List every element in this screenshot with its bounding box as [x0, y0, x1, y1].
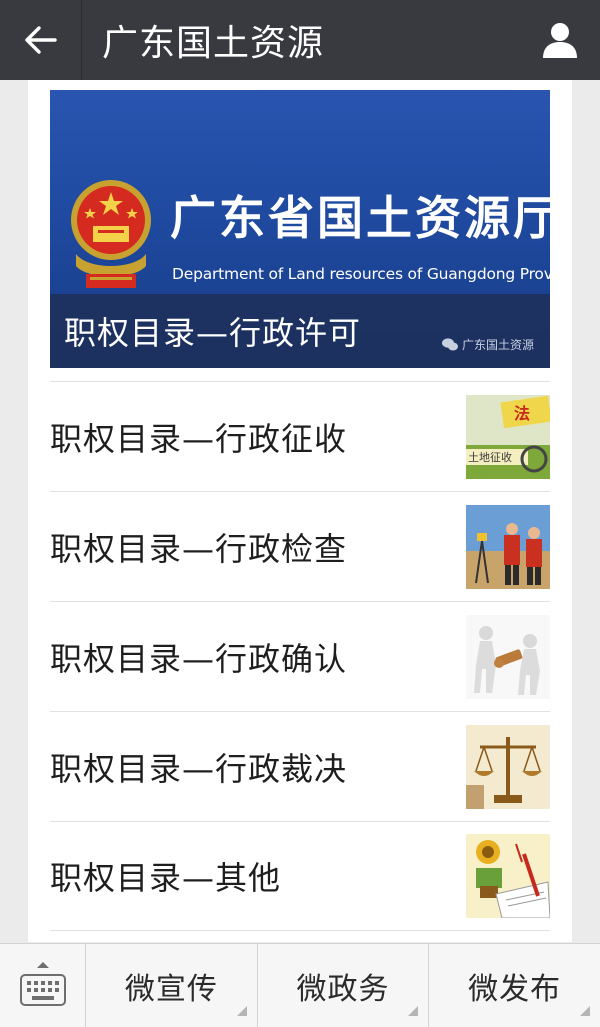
article-item[interactable]: 职权目录—行政征收 法 土地征收 — [50, 381, 550, 491]
land-expropriation-thumbnail: 法 土地征收 — [466, 394, 550, 479]
top-nav-bar: 广东国土资源 — [0, 0, 600, 80]
profile-button[interactable] — [520, 0, 600, 80]
handshake-figures-thumbnail — [466, 614, 550, 699]
keyboard-icon — [19, 974, 66, 1006]
survey-workers-thumbnail — [466, 504, 550, 589]
banner-title-cn: 广东省国土资源厅 — [170, 191, 550, 245]
menu-label: 微政务 — [296, 972, 390, 1007]
article-item[interactable]: 职权目录—其他 — [50, 821, 550, 931]
cover-caption-text: 职权目录—行政许可 — [64, 314, 362, 352]
article-title: 职权目录—其他 — [50, 859, 282, 897]
article-title: 职权目录—行政征收 — [50, 419, 348, 458]
article-item[interactable]: 职权目录—行政检查 — [50, 491, 550, 601]
menu-label: 微宣传 — [124, 972, 218, 1007]
arrow-left-icon — [24, 26, 57, 54]
keyboard-toggle-button[interactable] — [0, 944, 86, 1027]
article-list: 职权目录—行政征收 法 土地征收 职权目录—行政检查 职权目录—行政确认 职权目… — [50, 381, 550, 931]
menu-button[interactable]: 微发布 — [429, 944, 600, 1027]
banner-title-en: Department of Land resources of Guangdon… — [172, 265, 550, 283]
submenu-indicator-icon — [236, 1006, 247, 1016]
justice-scales-thumbnail — [466, 724, 550, 809]
article-item[interactable]: 职权目录—行政裁决 — [50, 711, 550, 821]
document-signing-thumbnail — [466, 834, 550, 918]
menu-label: 微发布 — [468, 972, 562, 1007]
watermark: 广东国土资源 — [441, 336, 534, 353]
article-title: 职权目录—行政检查 — [50, 529, 348, 568]
menu-button[interactable]: 微政务 — [258, 944, 430, 1027]
bottom-menu: 微宣传 微政务 微发布 — [0, 943, 600, 1027]
back-button[interactable] — [0, 0, 82, 80]
account-title: 广东国土资源 — [102, 23, 325, 64]
cover-article[interactable]: 广东省国土资源厅 Department of Land resources of… — [50, 90, 550, 368]
watermark-text: 广东国土资源 — [461, 338, 534, 352]
wechat-icon — [441, 338, 458, 351]
submenu-indicator-icon — [580, 1006, 591, 1016]
article-item[interactable]: 职权目录—行政确认 — [50, 601, 550, 711]
national-emblem-icon — [71, 180, 151, 288]
submenu-indicator-icon — [408, 1006, 419, 1016]
svg-text:法: 法 — [514, 404, 530, 423]
menu-button[interactable]: 微宣传 — [86, 944, 258, 1027]
cover-caption: 职权目录—行政许可 — [50, 294, 550, 368]
article-title: 职权目录—行政确认 — [50, 639, 348, 678]
person-icon — [543, 23, 577, 58]
caret-up-icon — [37, 962, 49, 968]
svg-text:土地征收: 土地征收 — [468, 450, 512, 464]
article-title: 职权目录—行政裁决 — [50, 749, 348, 788]
message-card: 广东省国土资源厅 Department of Land resources of… — [28, 80, 572, 942]
